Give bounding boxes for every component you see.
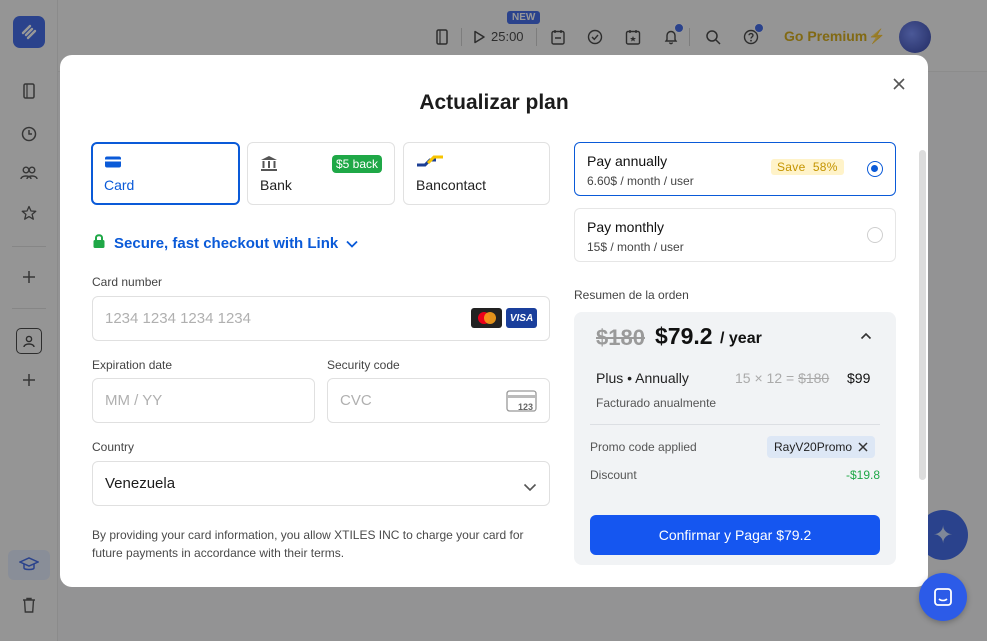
payment-tab-bank[interactable]: $5 back Bank xyxy=(247,142,395,205)
plan-option-annual[interactable]: Pay annually 6.60$ / month / user Save 5… xyxy=(574,142,896,196)
expiration-input[interactable]: MM / YY xyxy=(92,378,315,423)
order-summary: $180 $79.2 / year Plus • Annually 15 × 1… xyxy=(574,312,896,565)
original-price: $180 xyxy=(596,325,645,350)
discount-label: Discount xyxy=(590,468,637,482)
payment-tab-label: Bank xyxy=(260,177,292,193)
chat-icon[interactable] xyxy=(919,573,967,621)
payment-tab-card[interactable]: Card xyxy=(91,142,240,205)
security-code-label: Security code xyxy=(327,358,400,372)
modal-title: Actualizar plan xyxy=(419,91,569,114)
visa-icon: VISA xyxy=(506,308,537,328)
plan-name: Pay monthly xyxy=(587,219,665,235)
bancontact-icon xyxy=(416,155,444,174)
bank-icon xyxy=(260,155,278,177)
card-number-label: Card number xyxy=(92,275,163,289)
radio-button[interactable] xyxy=(867,227,883,243)
country-select[interactable]: Venezuela xyxy=(92,461,550,506)
modal-scrollbar[interactable] xyxy=(919,150,926,480)
chevron-down-icon xyxy=(523,479,537,497)
confirm-pay-button[interactable]: Confirmar y Pagar $79.2 xyxy=(590,515,880,555)
chevron-down-icon xyxy=(346,235,358,252)
chevron-up-icon[interactable] xyxy=(858,328,874,344)
promo-label: Promo code applied xyxy=(590,440,697,454)
card-icon xyxy=(104,155,122,174)
lock-icon xyxy=(92,233,106,253)
payment-disclaimer: By providing your card information, you … xyxy=(92,528,524,560)
country-label: Country xyxy=(92,440,135,454)
plan-price: 15$ / month / user xyxy=(587,240,684,254)
line-item-name: Plus • Annually xyxy=(596,370,689,386)
radio-button[interactable] xyxy=(867,161,883,177)
payment-tab-label: Card xyxy=(104,177,135,193)
price-period: / year xyxy=(720,330,762,347)
payment-tab-bancontact[interactable]: Bancontact xyxy=(403,142,550,205)
billing-note: Facturado anualmente xyxy=(596,396,717,410)
cvc-hint-text: 123 xyxy=(518,402,534,412)
order-summary-label: Resumen de la orden xyxy=(574,288,689,302)
cvc-placeholder: CVC xyxy=(340,392,372,409)
upgrade-plan-modal: Actualizar plan Card $5 back Bank Bancon… xyxy=(60,55,928,587)
link-checkout-text: Secure, fast checkout with Link xyxy=(114,234,339,252)
calc-strike: $180 xyxy=(798,370,830,386)
mastercard-icon xyxy=(471,308,502,328)
close-icon[interactable] xyxy=(890,75,908,93)
card-number-placeholder: 1234 1234 1234 1234 xyxy=(105,310,251,327)
discount-value: -$19.8 xyxy=(846,468,881,482)
remove-promo-icon[interactable] xyxy=(858,439,868,455)
promo-code-text: RayV20Promo xyxy=(774,440,853,454)
discounted-price: $79.2 xyxy=(655,323,713,349)
payment-tab-label: Bancontact xyxy=(416,177,487,193)
line-item-total: $99 xyxy=(847,370,871,386)
summary-divider xyxy=(590,424,880,425)
cashback-badge: $5 back xyxy=(332,155,383,173)
plan-option-monthly[interactable]: Pay monthly 15$ / month / user xyxy=(574,208,896,262)
calc-prefix: 15 × 12 = xyxy=(735,370,795,386)
plan-price: 6.60$ / month / user xyxy=(587,174,694,188)
expiration-label: Expiration date xyxy=(92,358,173,372)
expiration-placeholder: MM / YY xyxy=(105,392,163,409)
promo-code-chip: RayV20Promo xyxy=(767,436,876,458)
plan-name: Pay annually xyxy=(587,153,668,169)
line-item-calc: 15 × 12 = $180 xyxy=(735,370,829,386)
country-value: Venezuela xyxy=(105,475,176,492)
save-badge: Save 58% xyxy=(771,159,844,175)
link-checkout-toggle[interactable]: Secure, fast checkout with Link xyxy=(92,233,358,253)
